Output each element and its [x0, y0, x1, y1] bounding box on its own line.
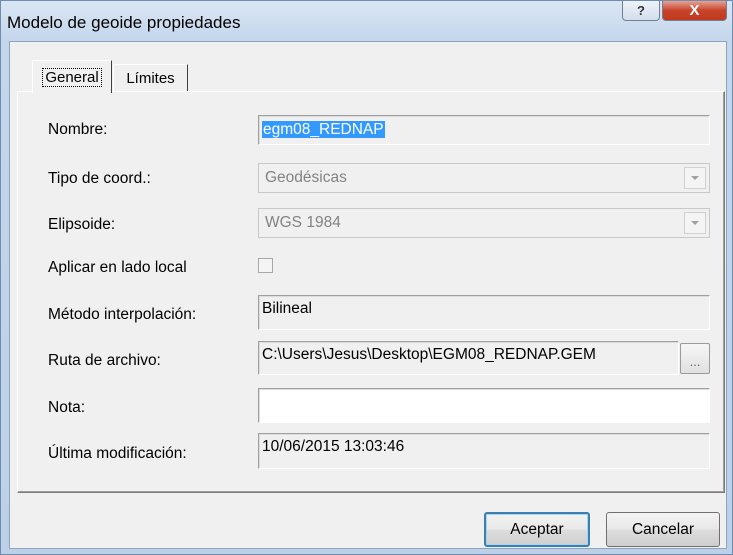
nombre-label: Nombre: [48, 121, 108, 138]
elipsoide-value: WGS 1984 [265, 214, 341, 231]
tipo-coord-label: Tipo de coord.: [48, 170, 151, 187]
dialog-window: Modelo de geoide propiedades ? X General… [0, 0, 733, 555]
tab-limites[interactable]: Límites [113, 64, 188, 91]
tipo-coord-select[interactable]: Geodésicas [258, 163, 710, 193]
tab-general[interactable]: General [32, 60, 112, 93]
tab-general-label: General [42, 67, 102, 87]
elipsoide-label: Elipsoide: [48, 216, 116, 233]
ok-button[interactable]: Aceptar [484, 512, 590, 547]
metodo-value: Bilineal [262, 300, 312, 317]
elipsoide-select[interactable]: WGS 1984 [258, 208, 710, 238]
chevron-down-icon[interactable] [684, 212, 706, 234]
help-button[interactable]: ? [622, 1, 660, 21]
close-icon: X [689, 2, 700, 19]
ultima-mod-field[interactable]: 10/06/2015 13:03:46 [258, 433, 710, 469]
nombre-field[interactable]: egm08_REDNAP [258, 115, 710, 145]
ruta-value: C:\Users\Jesus\Desktop\EGM08_REDNAP.GEM [262, 346, 596, 363]
ruta-field[interactable]: C:\Users\Jesus\Desktop\EGM08_REDNAP.GEM [258, 341, 679, 375]
metodo-field[interactable]: Bilineal [258, 295, 710, 330]
ultima-mod-value: 10/06/2015 13:03:46 [262, 438, 405, 455]
tab-limites-label: Límites [126, 69, 175, 87]
aplicar-local-label: Aplicar en lado local [48, 259, 187, 276]
window-title: Modelo de geoide propiedades [7, 13, 241, 32]
help-icon: ? [637, 3, 645, 18]
nota-label: Nota: [48, 399, 86, 416]
ruta-label: Ruta de archivo: [48, 352, 161, 369]
metodo-label: Método interpolación: [48, 306, 197, 323]
nota-input[interactable] [258, 388, 710, 423]
aplicar-local-checkbox[interactable] [258, 258, 273, 273]
browse-button[interactable]: ... [680, 343, 710, 374]
cancel-button[interactable]: Cancelar [606, 512, 720, 547]
close-button[interactable]: X [662, 1, 727, 21]
nombre-value: egm08_REDNAP [262, 121, 385, 138]
ultima-mod-label: Última modificación: [48, 445, 187, 462]
chevron-down-icon[interactable] [684, 167, 706, 189]
tipo-coord-value: Geodésicas [265, 169, 347, 186]
